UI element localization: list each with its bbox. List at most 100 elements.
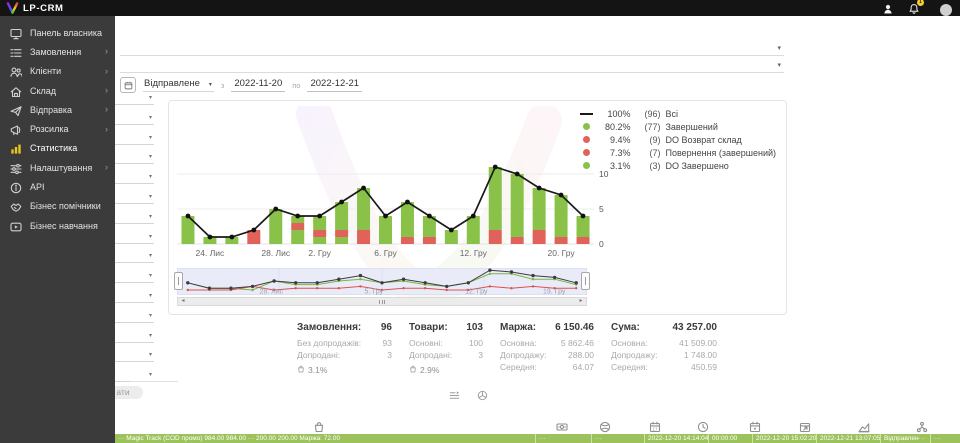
- mini-filter-select-11[interactable]: ▾: [115, 289, 154, 303]
- bar-segment-green[interactable]: [467, 216, 480, 244]
- mini-filter-select-13[interactable]: ▾: [115, 329, 154, 343]
- bar-segment-red[interactable]: [489, 230, 502, 244]
- bar-segment-red[interactable]: [577, 237, 590, 244]
- chart-navigator[interactable]: 28. Лис5. Гру12. Гру19. Гру: [177, 268, 587, 295]
- bar-segment-green[interactable]: [335, 237, 348, 244]
- line-point[interactable]: [339, 200, 344, 205]
- line-point[interactable]: [427, 214, 432, 219]
- navigator-scrollbar[interactable]: ◂ ▸: [177, 297, 587, 306]
- bar-segment-green[interactable]: [291, 230, 304, 244]
- mini-filter-select-5[interactable]: ▾: [115, 170, 154, 184]
- legend-item[interactable]: 7.3%(7)Повернення (завершений): [578, 146, 776, 159]
- sidebar-item-helpers[interactable]: Бізнес помічники: [0, 197, 115, 216]
- line-point[interactable]: [208, 235, 213, 240]
- mini-filter-select-2[interactable]: ▾: [115, 111, 154, 125]
- navigator-left-handle[interactable]: [174, 272, 183, 290]
- chevron-down-icon: ▾: [777, 44, 781, 52]
- bar-segment-red[interactable]: [555, 237, 568, 244]
- mini-filter-select-12[interactable]: ▾: [115, 309, 154, 323]
- bar-segment-green[interactable]: [533, 188, 546, 230]
- status-type-select[interactable]: Відправлене ▾: [143, 78, 214, 92]
- line-point[interactable]: [317, 214, 322, 219]
- line-point[interactable]: [537, 186, 542, 191]
- sidebar-item-owner-panel[interactable]: Панель власника: [0, 23, 115, 42]
- sidebar-item-orders[interactable]: Замовлення›: [0, 42, 115, 61]
- sidebar-item-api[interactable]: API: [0, 177, 115, 196]
- scroll-left-icon[interactable]: ◂: [178, 298, 188, 305]
- result-cell: 00:00:00: [708, 434, 752, 443]
- scrollbar-grip[interactable]: [379, 300, 385, 304]
- bar-segment-red[interactable]: [357, 230, 370, 244]
- sidebar-item-label: Клієнти: [30, 66, 61, 76]
- legend-item[interactable]: 3.1%(3)DO Завершено: [578, 159, 776, 172]
- legend-item[interactable]: 100%(96)Всі: [578, 107, 776, 120]
- navigator-right-handle[interactable]: [581, 272, 590, 290]
- bar-segment-green[interactable]: [555, 195, 568, 237]
- mini-filter-select-4[interactable]: ▾: [115, 150, 154, 164]
- chevron-right-icon: ›: [105, 47, 108, 56]
- bar-segment-green[interactable]: [379, 216, 392, 244]
- date-to-input[interactable]: 2022-12-21: [307, 78, 362, 92]
- result-table-row[interactable]: ··· Magic Track (COD промо) 984.00 984.0…: [115, 434, 960, 443]
- line-point[interactable]: [295, 214, 300, 219]
- mini-filter-select-7[interactable]: ▾: [115, 210, 154, 224]
- edge-partial-icon[interactable]: [934, 2, 946, 14]
- bar-segment-red[interactable]: [511, 237, 524, 244]
- bar-segment-green[interactable]: [511, 174, 524, 237]
- bar-segment-red[interactable]: [533, 230, 546, 244]
- sidebar-item-clients[interactable]: Клієнти›: [0, 62, 115, 81]
- line-point[interactable]: [186, 214, 191, 219]
- list-icon[interactable]: [449, 388, 460, 406]
- date-from-input[interactable]: 2022-11-20: [231, 78, 285, 92]
- line-point[interactable]: [559, 193, 564, 198]
- bar-segment-green[interactable]: [401, 202, 414, 237]
- bar-segment-green[interactable]: [577, 216, 590, 237]
- line-point[interactable]: [493, 165, 498, 170]
- svg-text:17: 17: [653, 426, 658, 431]
- line-point[interactable]: [229, 235, 234, 240]
- bar-segment-red[interactable]: [401, 237, 414, 244]
- line-point[interactable]: [273, 207, 278, 212]
- legend-line-swatch: [578, 113, 594, 115]
- bar-segment-green[interactable]: [313, 237, 326, 244]
- mini-filter-select-8[interactable]: ▾: [115, 230, 154, 244]
- mini-filter-select-9[interactable]: ▾: [115, 249, 154, 263]
- bar-segment-red[interactable]: [423, 237, 436, 244]
- line-point[interactable]: [405, 200, 410, 205]
- summary-title-label: Сума:: [611, 322, 640, 333]
- sidebar-item-shipping[interactable]: Відправка›: [0, 100, 115, 119]
- sidebar-item-training[interactable]: Бізнес навчання: [0, 216, 115, 235]
- legend-item[interactable]: 9.4%(9)DO Возврат склад: [578, 133, 776, 146]
- sidebar-item-settings[interactable]: Налаштування›: [0, 158, 115, 177]
- app-logo[interactable]: LP-CRM: [6, 2, 64, 14]
- sidebar-item-warehouse[interactable]: Склад›: [0, 81, 115, 100]
- bar-segment-red[interactable]: [313, 230, 326, 237]
- sidebar-item-statistics[interactable]: Статистика: [0, 139, 115, 158]
- legend-item[interactable]: 80.2%(77)Завершений: [578, 120, 776, 133]
- bar-segment-green[interactable]: [335, 202, 348, 230]
- summary-title-label: Замовлення:: [297, 322, 361, 333]
- bar-segment-red[interactable]: [335, 230, 348, 237]
- user-icon[interactable]: [882, 2, 894, 14]
- mini-filter-select-1[interactable]: ▾: [115, 91, 154, 105]
- mini-filter-select-14[interactable]: ▾: [115, 348, 154, 362]
- line-point[interactable]: [515, 172, 520, 177]
- bell-icon[interactable]: 1: [908, 2, 920, 14]
- bar-segment-red[interactable]: [291, 223, 304, 230]
- summary-column: Замовлення:96Без допродажів:93Допродані:…: [297, 322, 392, 375]
- line-point[interactable]: [581, 214, 586, 219]
- scroll-right-icon[interactable]: ▸: [576, 298, 586, 305]
- line-point[interactable]: [383, 214, 388, 219]
- sidebar-item-mailing[interactable]: Розсилка›: [0, 119, 115, 138]
- filter-select-2[interactable]: ▾: [120, 57, 784, 73]
- mini-filter-select-6[interactable]: ▾: [115, 190, 154, 204]
- line-point[interactable]: [251, 228, 256, 233]
- line-point[interactable]: [361, 186, 366, 191]
- summary-sub-value: 100: [469, 337, 483, 349]
- filter-select-1[interactable]: ▾: [120, 40, 784, 56]
- globe-icon[interactable]: [477, 388, 488, 406]
- line-point[interactable]: [471, 214, 476, 219]
- mini-filter-select-3[interactable]: ▾: [115, 131, 154, 145]
- mini-filter-select-10[interactable]: ▾: [115, 269, 154, 283]
- line-point[interactable]: [449, 228, 454, 233]
